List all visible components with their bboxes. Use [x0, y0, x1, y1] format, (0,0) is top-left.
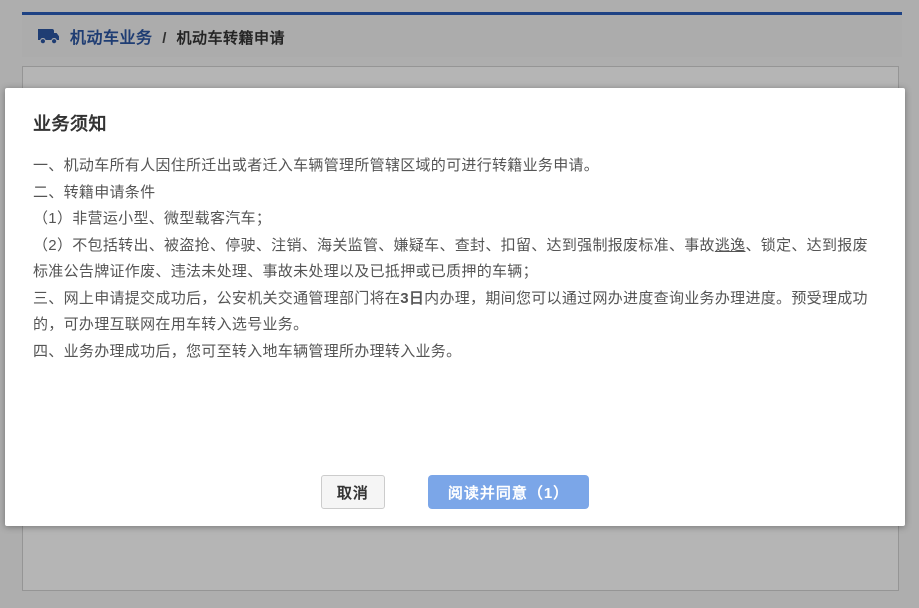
notice-paragraph-5-bold: 3日: [400, 290, 424, 307]
notice-text: 一、机动车所有人因住所迁出或者迁入车辆管理所管辖区域的可进行转籍业务申请。 二、…: [33, 153, 877, 365]
notice-paragraph-2: 二、转籍申请条件: [33, 180, 877, 207]
cancel-button[interactable]: 取消: [321, 475, 385, 509]
notice-paragraph-6: 四、业务办理成功后，您可至转入地车辆管理所办理转入业务。: [33, 339, 877, 366]
business-notice-dialog: 业务须知 一、机动车所有人因住所迁出或者迁入车辆管理所管辖区域的可进行转籍业务申…: [5, 88, 905, 526]
dialog-title: 业务须知: [33, 110, 877, 136]
read-and-agree-button[interactable]: 阅读并同意（1）: [428, 475, 589, 509]
notice-paragraph-1: 一、机动车所有人因住所迁出或者迁入车辆管理所管辖区域的可进行转籍业务申请。: [33, 153, 877, 180]
notice-paragraph-4-part1: （2）不包括转出、被盗抢、停驶、注销、海关监管、嫌疑车、查封、扣留、达到强制报废…: [33, 237, 715, 254]
notice-paragraph-3: （1）非营运小型、微型载客汽车；: [33, 206, 877, 233]
notice-paragraph-5: 三、网上申请提交成功后，公安机关交通管理部门将在3日内办理，期间您可以通过网办进…: [33, 286, 877, 339]
dialog-button-row: 取消 阅读并同意（1）: [5, 475, 905, 509]
notice-paragraph-5-part1: 三、网上申请提交成功后，公安机关交通管理部门将在: [33, 290, 400, 307]
notice-paragraph-4: （2）不包括转出、被盗抢、停驶、注销、海关监管、嫌疑车、查封、扣留、达到强制报废…: [33, 233, 877, 286]
notice-paragraph-4-underlined: 逃逸: [715, 237, 746, 254]
